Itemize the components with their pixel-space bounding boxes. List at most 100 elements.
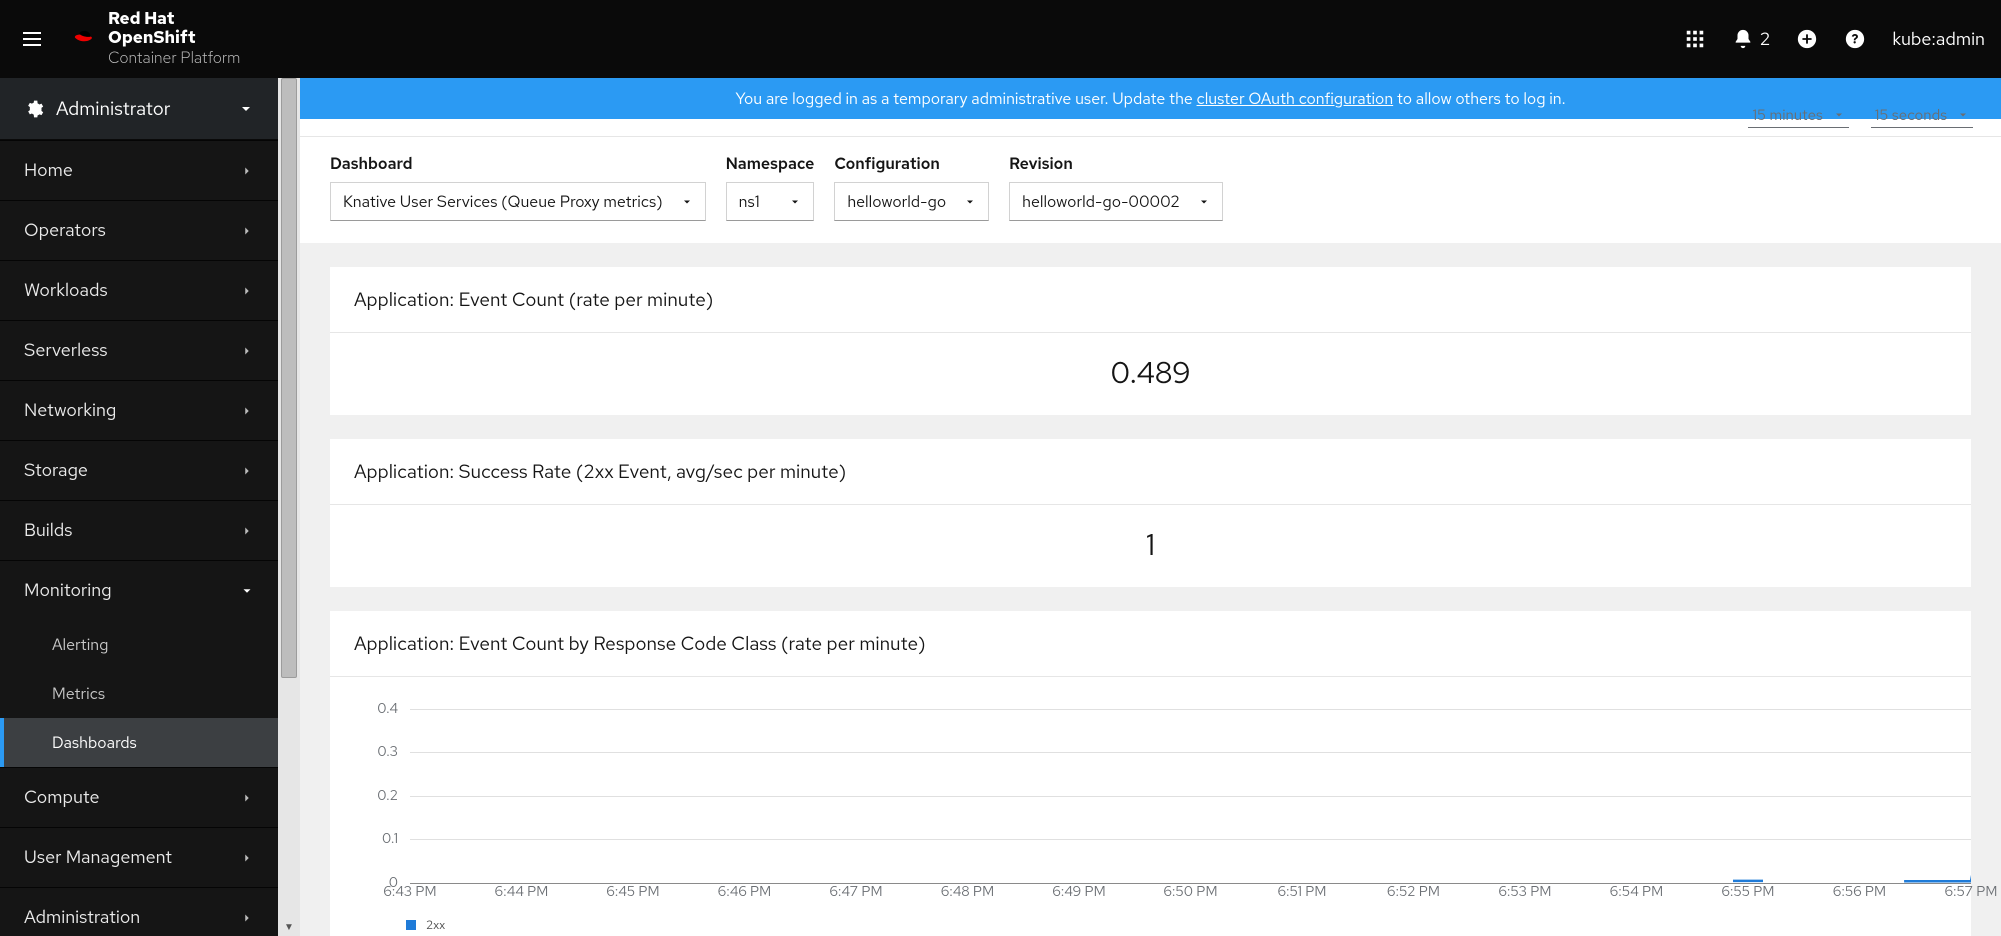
y-tick: 0.1	[350, 830, 398, 848]
event-count-value: 0.489	[354, 347, 1947, 401]
legend-label: 2xx	[426, 917, 445, 933]
x-tick: 6:55 PM	[1722, 883, 1775, 901]
nav-label: User Management	[24, 846, 172, 869]
y-tick: 0.3	[350, 743, 398, 761]
nav-label: Operators	[24, 219, 106, 242]
chevron-right-icon	[240, 791, 254, 805]
chevron-right-icon	[240, 851, 254, 865]
refresh-value: 15 seconds	[1875, 105, 1947, 125]
app-launcher-button[interactable]	[1684, 28, 1706, 50]
brand-line3: Container Platform	[108, 47, 240, 68]
nav-label: Home	[24, 159, 73, 182]
namespace-label: Namespace	[726, 153, 815, 174]
nav-label: Monitoring	[24, 579, 112, 602]
card-event-count: Application: Event Count (rate per minut…	[330, 267, 1971, 415]
grid-icon	[1684, 28, 1706, 50]
scroll-thumb[interactable]	[281, 78, 297, 678]
banner-link[interactable]: cluster OAuth configuration	[1197, 88, 1394, 109]
configuration-value: helloworld-go	[847, 191, 946, 212]
chevron-right-icon	[240, 164, 254, 178]
perspective-label: Administrator	[56, 96, 171, 121]
caret-down-icon	[681, 196, 693, 208]
nav-item-serverless[interactable]: Serverless	[0, 320, 278, 380]
nav-item-administration[interactable]: Administration	[0, 887, 278, 936]
chevron-right-icon	[240, 404, 254, 418]
subnav-label: Dashboards	[52, 732, 137, 753]
chevron-right-icon	[240, 464, 254, 478]
scroll-down-icon: ▼	[284, 921, 294, 934]
hamburger-menu[interactable]	[16, 23, 48, 55]
card-title: Application: Event Count by Response Cod…	[330, 611, 1971, 676]
subnav-item-metrics[interactable]: Metrics	[0, 669, 278, 718]
revision-select[interactable]: helloworld-go-00002	[1009, 182, 1223, 221]
namespace-value: ns1	[739, 191, 760, 212]
revision-value: helloworld-go-00002	[1022, 191, 1180, 212]
notifications-button[interactable]: 2	[1732, 28, 1771, 51]
nav-label: Workloads	[24, 279, 108, 302]
nav-item-user-management[interactable]: User Management	[0, 827, 278, 887]
dashboard-select[interactable]: Knative User Services (Queue Proxy metri…	[330, 182, 706, 221]
caret-down-icon	[789, 196, 801, 208]
namespace-select[interactable]: ns1	[726, 182, 815, 221]
chart-legend: 2xx	[350, 917, 1971, 933]
configuration-select[interactable]: helloworld-go	[834, 182, 989, 221]
chevron-right-icon	[240, 524, 254, 538]
refresh-interval-select[interactable]: 15 seconds	[1871, 103, 1973, 128]
revision-label: Revision	[1009, 153, 1223, 174]
gear-icon	[24, 99, 44, 119]
dashboard-value: Knative User Services (Queue Proxy metri…	[343, 191, 663, 212]
svg-text:?: ?	[1852, 31, 1859, 48]
time-range-select[interactable]: 15 minutes	[1748, 103, 1848, 128]
question-circle-icon: ?	[1844, 28, 1866, 50]
nav-item-networking[interactable]: Networking	[0, 380, 278, 440]
chevron-right-icon	[240, 911, 254, 925]
x-tick: 6:51 PM	[1278, 883, 1327, 901]
chart-grid	[410, 687, 1971, 883]
nav-item-workloads[interactable]: Workloads	[0, 260, 278, 320]
line-chart: 00.10.20.30.4 6:43 PM6:44 PM6:45 PM6:46 …	[350, 687, 1971, 917]
x-tick: 6:43 PM	[383, 883, 436, 901]
x-tick: 6:46 PM	[718, 883, 771, 901]
x-axis: 6:43 PM6:44 PM6:45 PM6:46 PM6:47 PM6:48 …	[410, 883, 1971, 917]
subnav-item-alerting[interactable]: Alerting	[0, 620, 278, 669]
import-button[interactable]	[1796, 28, 1818, 50]
chevron-right-icon	[240, 224, 254, 238]
x-tick: 6:45 PM	[606, 883, 659, 901]
nav-label: Storage	[24, 459, 88, 482]
chevron-down-icon	[238, 101, 254, 117]
help-button[interactable]: ?	[1844, 28, 1866, 50]
main-content: You are logged in as a temporary adminis…	[300, 78, 2001, 936]
card-success-rate: Application: Success Rate (2xx Event, av…	[330, 439, 1971, 587]
nav-item-operators[interactable]: Operators	[0, 200, 278, 260]
plus-circle-icon	[1796, 28, 1818, 50]
x-tick: 6:47 PM	[829, 883, 882, 901]
caret-down-icon	[1833, 109, 1845, 121]
bell-icon	[1732, 28, 1754, 50]
legend-swatch	[406, 920, 416, 930]
nav-item-home[interactable]: Home	[0, 140, 278, 200]
chevron-right-icon	[240, 344, 254, 358]
subnav-label: Metrics	[52, 683, 105, 704]
chevron-right-icon	[240, 284, 254, 298]
perspective-switcher[interactable]: Administrator	[0, 78, 278, 140]
y-tick: 0.4	[350, 700, 398, 718]
nav-label: Networking	[24, 399, 116, 422]
sidebar: Administrator Home Operators Workloads S…	[0, 78, 278, 936]
x-tick: 6:44 PM	[495, 883, 549, 901]
nav-item-compute[interactable]: Compute	[0, 767, 278, 827]
user-menu[interactable]: kube:admin	[1892, 28, 1985, 51]
sidebar-scrollbar[interactable]: ▲ ▼	[278, 78, 300, 936]
brand-text: Red Hat OpenShift Container Platform	[108, 10, 240, 69]
x-tick: 6:49 PM	[1052, 883, 1105, 901]
card-event-by-code: Application: Event Count by Response Cod…	[330, 611, 1971, 936]
x-tick: 6:50 PM	[1164, 883, 1218, 901]
y-axis: 00.10.20.30.4	[350, 687, 410, 883]
nav-item-storage[interactable]: Storage	[0, 440, 278, 500]
nav-item-monitoring[interactable]: Monitoring	[0, 560, 278, 620]
nav-label: Administration	[24, 906, 140, 929]
x-tick: 6:48 PM	[941, 883, 994, 901]
subnav-item-dashboards[interactable]: Dashboards	[0, 718, 278, 767]
nav-item-builds[interactable]: Builds	[0, 500, 278, 560]
x-tick: 6:57 PM	[1945, 883, 1998, 901]
admin-banner: You are logged in as a temporary adminis…	[300, 78, 2001, 119]
